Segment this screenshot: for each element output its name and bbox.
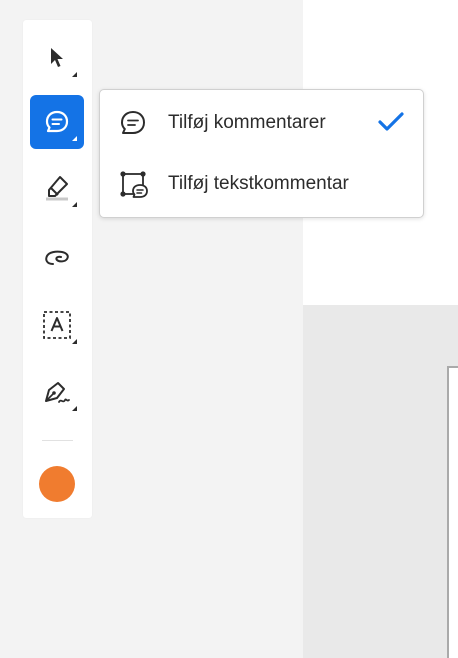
arrow-cursor-icon: [45, 45, 69, 71]
signature-tool-button[interactable]: [30, 365, 84, 419]
lasso-icon: [42, 245, 72, 269]
document-canvas: [303, 305, 458, 658]
comment-type-menu: Tilføj kommentarer Tilføj tekstkommentar: [99, 89, 424, 218]
text-box-tool-button[interactable]: [30, 298, 84, 352]
pen-sign-icon: [41, 377, 73, 407]
comment-bubble-icon: [118, 108, 148, 138]
menu-item-label: Tilføj kommentarer: [168, 112, 326, 133]
annotation-toolbar: [23, 20, 92, 518]
submenu-indicator: [72, 202, 77, 207]
menu-item-add-comments[interactable]: Tilføj kommentarer: [100, 93, 423, 151]
checkmark-icon: [377, 110, 405, 139]
submenu-indicator: [72, 339, 77, 344]
select-tool-button[interactable]: [30, 31, 84, 85]
menu-item-add-text-comment[interactable]: Tilføj tekstkommentar: [100, 154, 423, 212]
submenu-indicator: [72, 136, 77, 141]
text-box-a-icon: [41, 309, 73, 341]
add-comment-tool-button[interactable]: [30, 95, 84, 149]
highlight-tool-button[interactable]: [30, 161, 84, 215]
highlighter-icon: [42, 173, 72, 203]
submenu-indicator: [72, 72, 77, 77]
document-page-edge: [447, 366, 458, 658]
text-comment-icon: [118, 169, 148, 199]
toolbar-divider: [42, 440, 73, 441]
comment-bubble-icon: [43, 108, 71, 136]
color-picker-swatch[interactable]: [39, 466, 75, 502]
submenu-indicator: [72, 406, 77, 411]
menu-item-label: Tilføj tekstkommentar: [168, 173, 349, 194]
freehand-draw-tool-button[interactable]: [30, 230, 84, 284]
